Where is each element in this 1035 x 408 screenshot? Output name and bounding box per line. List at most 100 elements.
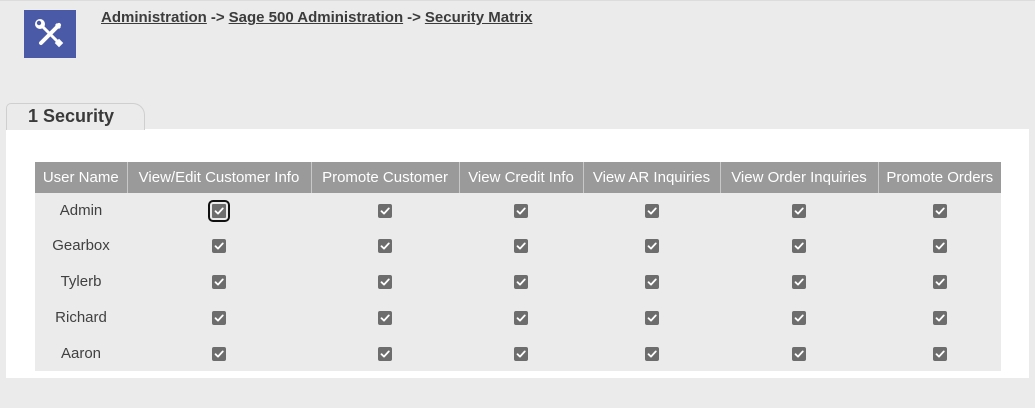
checkmark-icon <box>647 314 657 322</box>
checkmark-icon <box>794 314 804 322</box>
checkmark-icon <box>794 278 804 286</box>
permission-checkbox[interactable] <box>212 274 226 289</box>
table-row: Aaron <box>35 335 1001 371</box>
checkmark-icon <box>516 350 526 358</box>
column-header: View/Edit Customer Info <box>127 162 312 193</box>
permission-checkbox[interactable] <box>514 238 528 253</box>
permission-checkbox[interactable] <box>792 203 806 218</box>
table-row: Richard <box>35 299 1001 335</box>
security-panel: User Name View/Edit Customer Info Promote … <box>6 129 1029 378</box>
checkmark-icon <box>380 350 390 358</box>
permission-cell <box>459 193 583 227</box>
breadcrumb-separator: -> <box>407 9 421 26</box>
permission-checkbox[interactable] <box>378 238 392 253</box>
permission-checkbox[interactable] <box>514 203 528 218</box>
permission-cell <box>583 227 720 263</box>
permission-cell <box>127 263 311 299</box>
user-name-cell: Admin <box>35 193 127 227</box>
permission-checkbox[interactable] <box>212 238 226 253</box>
permission-checkbox[interactable] <box>644 203 659 218</box>
checkmark-icon <box>380 207 390 215</box>
checkmark-icon <box>380 314 390 322</box>
permission-cell <box>878 335 1001 371</box>
checkmark-icon <box>647 242 657 250</box>
table-row: Admin <box>35 193 1001 227</box>
breadcrumb-administration-link[interactable]: Administration <box>101 9 207 26</box>
permission-checkbox[interactable] <box>932 274 947 289</box>
checkmark-icon <box>516 242 526 250</box>
permission-checkbox[interactable] <box>514 310 528 325</box>
permission-checkbox[interactable] <box>932 203 947 218</box>
permission-cell <box>720 193 878 227</box>
permission-checkbox[interactable] <box>212 346 226 361</box>
permission-checkbox[interactable] <box>644 274 659 289</box>
checkmark-icon <box>935 314 945 322</box>
permission-checkbox[interactable] <box>378 274 392 289</box>
checkmark-icon <box>214 207 224 215</box>
checkmark-icon <box>380 242 390 250</box>
column-header: Promote Orders <box>878 162 1001 193</box>
breadcrumb-security-matrix-link[interactable]: Security Matrix <box>425 9 533 26</box>
checkmark-icon <box>794 350 804 358</box>
permission-checkbox[interactable] <box>932 238 947 253</box>
permission-checkbox[interactable] <box>208 199 230 222</box>
permission-checkbox[interactable] <box>212 310 226 325</box>
checkmark-icon <box>516 207 526 215</box>
column-header: User Name <box>35 162 128 193</box>
checkmark-icon <box>794 207 804 215</box>
permission-checkbox[interactable] <box>514 346 528 361</box>
permission-checkbox[interactable] <box>378 310 392 325</box>
permission-cell <box>127 299 311 335</box>
permission-cell <box>459 335 583 371</box>
permission-checkbox[interactable] <box>792 274 806 289</box>
permission-cell <box>311 335 459 371</box>
user-name-cell: Richard <box>35 299 127 335</box>
column-header: View Credit Info <box>459 162 584 193</box>
checkmark-icon <box>647 207 657 215</box>
column-header: View Order Inquiries <box>720 162 879 193</box>
checkmark-icon <box>647 350 657 358</box>
permission-checkbox[interactable] <box>378 346 392 361</box>
permission-cell <box>127 227 311 263</box>
checkmark-icon <box>935 207 945 215</box>
user-name-cell: Aaron <box>35 335 127 371</box>
security-matrix-table: User Name View/Edit Customer Info Promote … <box>35 162 1001 371</box>
permission-cell <box>583 299 720 335</box>
user-name-cell: Gearbox <box>35 227 127 263</box>
administration-tools-icon <box>24 10 76 58</box>
checkmark-icon <box>214 314 224 322</box>
permission-cell <box>459 299 583 335</box>
permission-checkbox[interactable] <box>644 310 659 325</box>
permission-checkbox[interactable] <box>644 346 659 361</box>
permission-cell <box>311 299 459 335</box>
permission-cell <box>311 193 459 227</box>
permission-checkbox[interactable] <box>514 274 528 289</box>
user-name-cell: Tylerb <box>35 263 127 299</box>
breadcrumb: Administration -> Sage 500 Administration -… <box>101 9 532 26</box>
checkmark-icon <box>794 242 804 250</box>
permission-cell <box>720 263 878 299</box>
permission-cell <box>878 193 1001 227</box>
permission-checkbox[interactable] <box>792 238 806 253</box>
permission-cell <box>459 227 583 263</box>
permission-cell <box>127 335 311 371</box>
permission-cell <box>720 299 878 335</box>
tab-security[interactable]: 1 Security <box>6 103 145 130</box>
permission-cell <box>878 227 1001 263</box>
checkmark-icon <box>214 242 224 250</box>
top-divider <box>0 0 1035 1</box>
permission-cell <box>878 299 1001 335</box>
permission-checkbox[interactable] <box>932 346 947 361</box>
permission-checkbox[interactable] <box>378 203 392 218</box>
checkmark-icon <box>935 350 945 358</box>
permission-checkbox[interactable] <box>644 238 659 253</box>
table-header-row: User Name View/Edit Customer Info Promote … <box>35 162 1001 193</box>
permission-checkbox[interactable] <box>792 310 806 325</box>
permission-cell <box>459 263 583 299</box>
permission-cell <box>878 263 1001 299</box>
permission-cell <box>583 193 720 227</box>
breadcrumb-sage500-link[interactable]: Sage 500 Administration <box>229 9 404 26</box>
table-row: Tylerb <box>35 263 1001 299</box>
permission-checkbox[interactable] <box>792 346 806 361</box>
permission-checkbox[interactable] <box>932 310 947 325</box>
